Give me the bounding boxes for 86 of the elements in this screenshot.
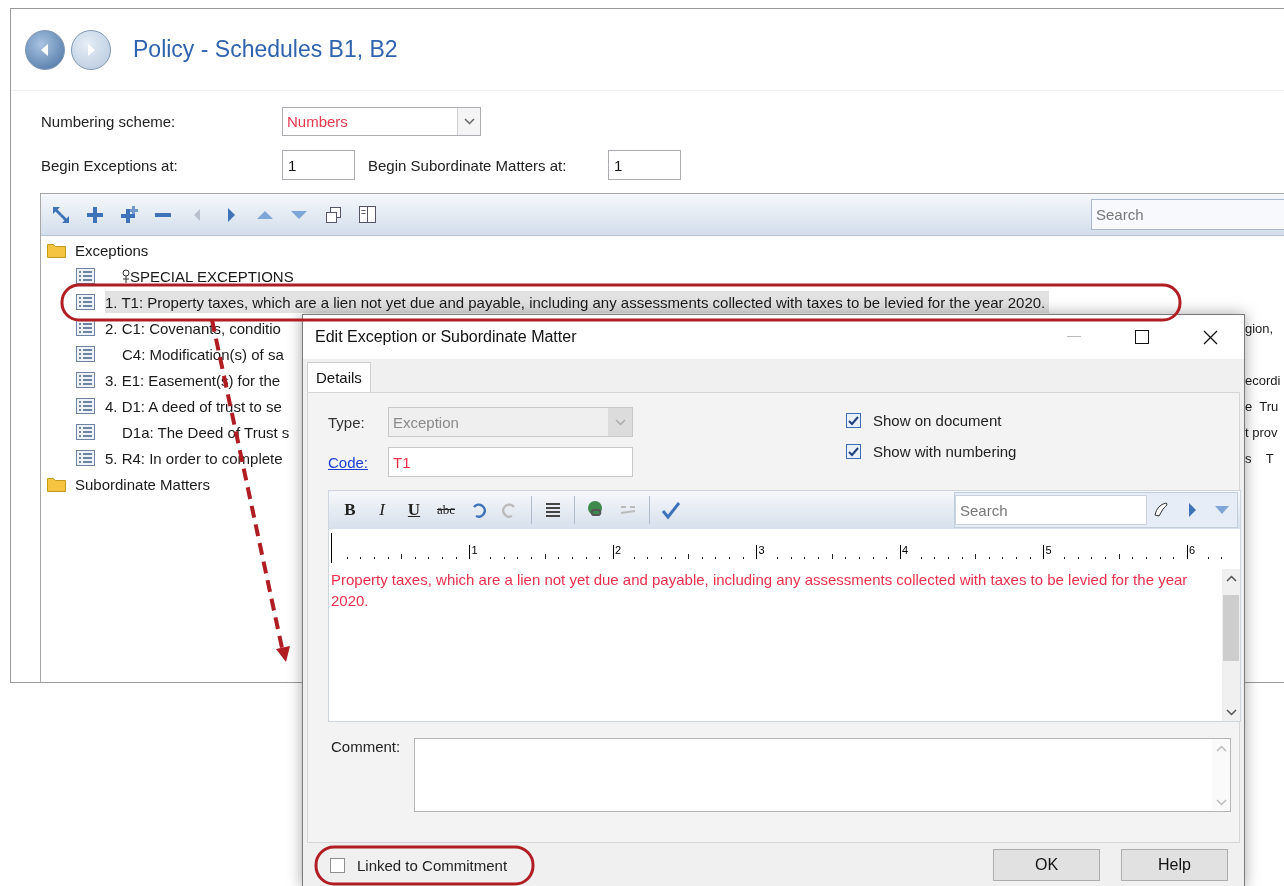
- tree-item[interactable]: 4. D1: A deed of trust to se: [105, 395, 286, 417]
- refresh-icon: [53, 206, 69, 223]
- copy-icon: [325, 206, 341, 223]
- list-icon: [76, 346, 95, 362]
- tree-item-text: e Tru: [1245, 398, 1279, 414]
- search-field[interactable]: Search: [1091, 199, 1284, 230]
- dialog-button[interactable]: OK: [993, 849, 1100, 881]
- ruler-number: 1: [469, 545, 478, 559]
- checkbox[interactable]: [846, 413, 861, 428]
- maximize-icon: [1135, 330, 1149, 344]
- dialog-title: Edit Exception or Subordinate Matter: [315, 328, 578, 346]
- format-button[interactable]: B: [335, 496, 365, 524]
- comment-field[interactable]: [414, 738, 1232, 812]
- dropdown-value: Exception: [392, 413, 460, 431]
- checkbox-label: Show on document: [873, 412, 1002, 429]
- checkbox-label: Show with numbering: [873, 443, 1017, 460]
- input-field[interactable]: 1: [282, 150, 355, 180]
- right-icon: [1188, 503, 1196, 517]
- tree-item[interactable]: 1. T1: Property taxes, which are a lien not yet due and payable, including any assessments collected with taxes to be levied for the year 2020.: [105, 291, 1050, 313]
- chevron-up-icon: [1215, 744, 1227, 752]
- chevron-down-icon: [463, 118, 475, 125]
- folder-icon: [47, 476, 66, 492]
- tree-item[interactable]: C4: Modification(s) of sa: [105, 343, 288, 365]
- minimize-icon: [1067, 336, 1081, 338]
- checkbox-label: Linked to Commitment: [357, 856, 508, 874]
- close-icon: [1202, 329, 1218, 345]
- code-field[interactable]: T1: [388, 447, 633, 477]
- tree-folder-label[interactable]: Exceptions: [75, 241, 1284, 259]
- numbering-dropdown[interactable]: Numbers: [282, 107, 481, 136]
- checkbox[interactable]: [846, 444, 861, 459]
- list-icon: [76, 424, 95, 440]
- list-icon: [76, 268, 95, 284]
- tab[interactable]: Details: [307, 362, 371, 392]
- right-icon: [227, 207, 235, 222]
- checkmark-icon: [848, 415, 859, 426]
- field-label: Comment:: [331, 738, 401, 755]
- add-icon: [87, 206, 103, 223]
- input-field[interactable]: 1: [608, 150, 681, 180]
- chevron-down-icon: [1215, 798, 1227, 806]
- checkmark-icon: [848, 446, 859, 457]
- editor-text: Property taxes, which are a lien not yet due and payable, including any assessments collected with taxes to be levied for the year 2020.: [330, 570, 1189, 611]
- tree-item[interactable]: 5. R4: In order to complete: [105, 447, 287, 469]
- scrollbar[interactable]: [1212, 739, 1231, 811]
- format-button[interactable]: I: [367, 496, 397, 524]
- folder-icon: [47, 242, 66, 258]
- caret-icon: [1215, 506, 1229, 514]
- field-label: Numbering scheme:: [41, 113, 177, 130]
- add-child-icon: [120, 206, 138, 223]
- columns-icon: [358, 206, 376, 223]
- window-title: Policy - Schedules B1, B2: [133, 36, 398, 63]
- tree-item-text: t prov: [1245, 424, 1278, 440]
- format-button[interactable]: abc: [431, 496, 461, 524]
- ruler-number: 6: [1186, 545, 1195, 559]
- remove-icon: [155, 212, 171, 217]
- search-field[interactable]: Search: [955, 495, 1147, 525]
- ruler-number: 2: [612, 545, 621, 559]
- list-icon: [76, 294, 95, 310]
- list-icon: [76, 450, 95, 466]
- list-icon: [76, 398, 95, 414]
- chevron-down-icon: [1225, 708, 1237, 716]
- tree-item-text: s T: [1245, 450, 1274, 466]
- tree-item[interactable]: 2. C1: Covenants, conditio: [105, 317, 285, 339]
- ruler-number: 5: [1043, 545, 1052, 559]
- field-label: Begin Subordinate Matters at:: [368, 156, 568, 174]
- chevron-down-icon: [614, 418, 626, 426]
- field-label: Type:: [328, 413, 366, 431]
- down-icon: [291, 210, 307, 219]
- spellcheck-icon: [660, 499, 682, 521]
- pin-icon: [122, 269, 130, 283]
- field-label: Begin Exceptions at:: [41, 156, 179, 174]
- chevron-up-icon: [1225, 574, 1237, 582]
- tree-item-text: ecordi: [1245, 372, 1281, 388]
- code-link[interactable]: Code:: [328, 453, 388, 471]
- left-icon: [194, 208, 200, 221]
- checkbox[interactable]: [330, 857, 345, 873]
- ruler-number: 4: [899, 545, 908, 559]
- ruler-number: 3: [756, 545, 765, 559]
- dialog-button[interactable]: Help: [1121, 849, 1228, 881]
- tree-item-text: gion,: [1245, 320, 1274, 336]
- back-button[interactable]: [25, 29, 65, 70]
- up-icon: [257, 210, 273, 219]
- scrollbar[interactable]: [1222, 569, 1240, 721]
- tree-item[interactable]: SPECIAL EXCEPTIONS: [105, 265, 298, 287]
- dropdown-value: Numbers: [286, 113, 349, 130]
- format-button[interactable]: U: [399, 496, 429, 524]
- list-icon: [76, 372, 95, 388]
